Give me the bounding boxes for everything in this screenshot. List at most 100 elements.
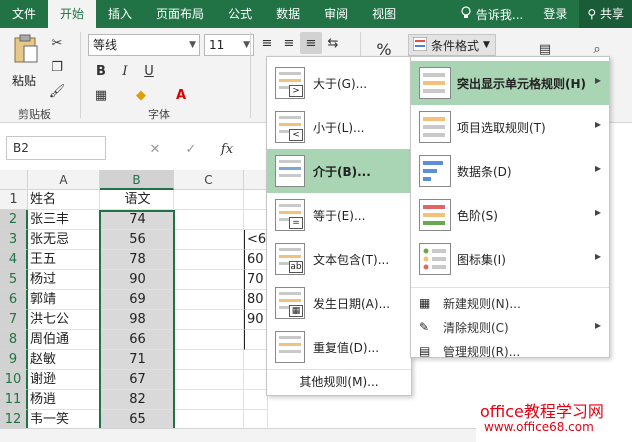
menu-item-date-occurring[interactable]: ▦ 发生日期(A)... <box>267 281 411 325</box>
bold-button[interactable]: B <box>90 60 112 82</box>
row-header[interactable]: 7 <box>0 310 28 330</box>
cell-c[interactable] <box>174 250 244 270</box>
row-header[interactable]: 5 <box>0 270 28 290</box>
menu-item-clear-rules[interactable]: ✎ 清除规则(C) ▸ <box>411 315 609 339</box>
cell-a[interactable]: 姓名 <box>28 190 100 210</box>
cell-e[interactable]: 80 <box>244 290 268 310</box>
enter-icon[interactable]: ✓ <box>180 138 202 160</box>
cell-e[interactable]: <6 <box>244 230 268 250</box>
align-top-icon[interactable]: ≡ <box>256 32 278 54</box>
row-header[interactable]: 9 <box>0 350 28 370</box>
underline-button[interactable]: U <box>138 60 160 82</box>
tab-home[interactable]: 开始 <box>48 0 97 28</box>
column-header-d[interactable] <box>244 170 268 190</box>
column-header-c[interactable]: C <box>174 170 244 190</box>
font-size-select[interactable]: 11 ▼ <box>204 34 254 56</box>
tab-insert[interactable]: 插入 <box>96 0 144 28</box>
row-header[interactable]: 8 <box>0 330 28 350</box>
cell-a[interactable]: 周伯通 <box>28 330 100 350</box>
cell-e[interactable] <box>244 370 268 390</box>
menu-item-text-contains[interactable]: ab 文本包含(T)... <box>267 237 411 281</box>
cancel-icon[interactable]: ✕ <box>144 138 166 160</box>
row-header[interactable]: 3 <box>0 230 28 250</box>
cell-e[interactable] <box>244 330 268 350</box>
cell-a[interactable]: 郭靖 <box>28 290 100 310</box>
tab-page-layout[interactable]: 页面布局 <box>144 0 216 28</box>
cell-c[interactable] <box>174 310 244 330</box>
name-box[interactable]: B2 <box>6 136 106 160</box>
cell-c[interactable] <box>174 390 244 410</box>
cell-a[interactable]: 杨过 <box>28 270 100 290</box>
row-header[interactable]: 12 <box>0 410 28 430</box>
cell-b[interactable]: 90 <box>100 270 174 290</box>
menu-item-equal-to[interactable]: = 等于(E)... <box>267 193 411 237</box>
cell-e[interactable]: 90 <box>244 310 268 330</box>
cell-b[interactable]: 71 <box>100 350 174 370</box>
wrap-text-icon[interactable]: ⇆ <box>322 32 344 54</box>
cell-c[interactable] <box>174 230 244 250</box>
menu-item-manage-rules[interactable]: ▤ 管理规则(R)... <box>411 339 609 363</box>
menu-item-top-bottom-rules[interactable]: 项目选取规则(T) ▸ <box>411 105 609 149</box>
italic-button[interactable]: I <box>114 60 136 82</box>
menu-item-duplicate-values[interactable]: 重复值(D)... <box>267 325 411 369</box>
cell-a[interactable]: 张无忌 <box>28 230 100 250</box>
row-header[interactable]: 10 <box>0 370 28 390</box>
row-header[interactable]: 2 <box>0 210 28 230</box>
cell-e[interactable]: 70 <box>244 270 268 290</box>
menu-item-new-rule[interactable]: ▦ 新建规则(N)... <box>411 291 609 315</box>
tab-review[interactable]: 审阅 <box>312 0 360 28</box>
row-header[interactable]: 6 <box>0 290 28 310</box>
cell-b[interactable]: 82 <box>100 390 174 410</box>
copy-icon[interactable]: ❐ <box>46 56 68 78</box>
cell-c[interactable] <box>174 410 244 430</box>
tab-view[interactable]: 视图 <box>360 0 408 28</box>
cell-e[interactable] <box>244 410 268 430</box>
cell-a[interactable]: 杨逍 <box>28 390 100 410</box>
cell-b[interactable]: 语文 <box>100 190 174 210</box>
menu-item-between[interactable]: 介于(B)... <box>267 149 411 193</box>
cell-b[interactable]: 69 <box>100 290 174 310</box>
cell-b[interactable]: 74 <box>100 210 174 230</box>
font-name-select[interactable]: 等线 ▼ <box>88 34 200 56</box>
cut-icon[interactable]: ✂ <box>46 32 68 54</box>
cell-b[interactable]: 67 <box>100 370 174 390</box>
format-painter-icon[interactable]: 🖌 <box>46 80 68 102</box>
tab-file[interactable]: 文件 <box>0 0 48 28</box>
cell-a[interactable]: 谢逊 <box>28 370 100 390</box>
insert-function-button[interactable]: fx <box>216 138 238 160</box>
menu-item-more-rules[interactable]: 其他规则(M)... <box>267 369 411 393</box>
cell-a[interactable]: 赵敏 <box>28 350 100 370</box>
cell-b[interactable]: 56 <box>100 230 174 250</box>
cell-e[interactable] <box>244 390 268 410</box>
cell-e[interactable] <box>244 350 268 370</box>
menu-item-highlight-cell-rules[interactable]: 突出显示单元格规则(H) ▸ <box>411 61 609 105</box>
tab-data[interactable]: 数据 <box>264 0 312 28</box>
cell-c[interactable] <box>174 190 244 210</box>
column-header-a[interactable]: A <box>28 170 100 190</box>
align-middle-icon[interactable]: ≡ <box>278 32 300 54</box>
row-header[interactable]: 11 <box>0 390 28 410</box>
tell-me-box[interactable]: 告诉我... <box>452 5 531 23</box>
cell-c[interactable] <box>174 270 244 290</box>
cell-b[interactable]: 65 <box>100 410 174 430</box>
column-header-b[interactable]: B <box>100 170 174 190</box>
login-link[interactable]: 登录 <box>531 0 579 28</box>
cell-c[interactable] <box>174 370 244 390</box>
fill-color-icon[interactable]: ◆ <box>130 84 152 106</box>
font-color-icon[interactable]: A <box>170 84 192 106</box>
align-bottom-icon[interactable]: ≡ <box>300 32 322 54</box>
cell-a[interactable]: 韦一笑 <box>28 410 100 430</box>
cell-a[interactable]: 张三丰 <box>28 210 100 230</box>
cell-b[interactable]: 78 <box>100 250 174 270</box>
border-icon[interactable]: ▦ <box>90 84 112 106</box>
menu-item-icon-sets[interactable]: 图标集(I) ▸ <box>411 237 609 281</box>
menu-item-greater-than[interactable]: > 大于(G)... <box>267 61 411 105</box>
cell-b[interactable]: 98 <box>100 310 174 330</box>
row-header[interactable]: 1 <box>0 190 28 210</box>
cell-c[interactable] <box>174 210 244 230</box>
row-header[interactable]: 4 <box>0 250 28 270</box>
cell-c[interactable] <box>174 350 244 370</box>
menu-item-less-than[interactable]: < 小于(L)... <box>267 105 411 149</box>
cell-a[interactable]: 王五 <box>28 250 100 270</box>
cell-a[interactable]: 洪七公 <box>28 310 100 330</box>
